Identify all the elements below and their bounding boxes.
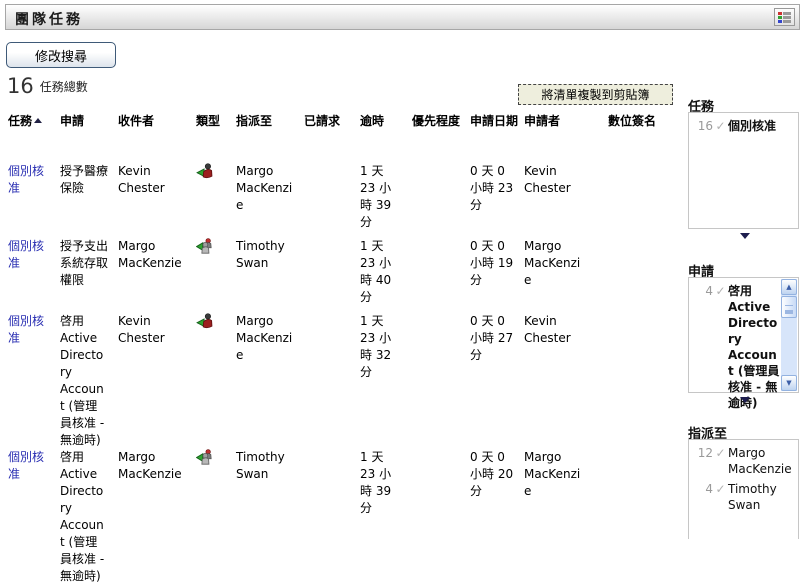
type-cell <box>196 238 236 255</box>
user-task-flag-icon <box>196 313 213 329</box>
request-cell: 授予支出系統存取權限 <box>60 239 109 287</box>
filter-count: 12 <box>697 446 713 460</box>
recipient-cell: Kevin Chester <box>118 314 165 345</box>
column-header-request-date[interactable]: 申請日期 <box>470 112 524 129</box>
user-task-flag-icon <box>196 163 213 179</box>
timeout-cell: 1 天 23 小時 39 分 <box>360 450 392 515</box>
assigned-to-cell: Timothy Swan <box>236 239 285 270</box>
group-task-flag-icon <box>196 238 212 254</box>
group-task-flag-icon <box>196 449 212 465</box>
filter-label: Margo MacKenzie <box>728 446 792 476</box>
column-header-request[interactable]: 申請 <box>60 112 118 129</box>
filter-box-tasks: 16 ✓ 個別核准 <box>688 112 799 229</box>
scroll-down-icon[interactable]: ▼ <box>781 375 797 391</box>
column-header-priority[interactable]: 優先程度 <box>412 112 470 129</box>
timeout-cell: 1 天 23 小時 32 分 <box>360 314 392 379</box>
table-row: 個別核准 啓用 Active Directory Account (管理員核准 … <box>8 449 668 585</box>
recipient-cell: Margo MacKenzie <box>118 450 182 481</box>
request-date-cell: 0 天 0 小時 19 分 <box>470 239 514 287</box>
column-header-requested[interactable]: 已請求 <box>304 112 360 129</box>
requester-cell: Margo MacKenzie <box>524 239 581 287</box>
table-row: 個別核准 啓用 Active Directory Account (管理員核准 … <box>8 313 668 449</box>
filter-count: 4 <box>705 284 713 298</box>
table-row: 個別核准 授予醫療保險 Kevin Chester Margo MacKenzi… <box>8 163 668 238</box>
check-icon: ✓ <box>715 446 726 460</box>
filter-item[interactable]: 4 ✓ 啓用 Active Directory Account (管理員核准 -… <box>693 283 795 411</box>
page-title: 團隊任務 <box>15 12 83 28</box>
scrollbar-grip <box>785 304 793 310</box>
task-count-label: 任務總數 <box>39 80 88 94</box>
scrollbar[interactable]: ▲ ▼ <box>781 279 797 391</box>
sort-ascending-icon <box>34 118 43 123</box>
modify-search-button[interactable]: 修改搜尋 <box>6 42 116 68</box>
column-header-assigned-to[interactable]: 指派至 <box>236 112 304 129</box>
requester-cell: Kevin Chester <box>524 314 571 345</box>
requester-cell: Margo MacKenzie <box>524 450 581 498</box>
request-cell: 啓用 Active Directory Account (管理員核准 - 無逾時… <box>60 450 105 583</box>
copy-list-to-clipboard-button[interactable]: 將清單複製到剪貼簿 <box>518 84 673 105</box>
display-options-button[interactable] <box>774 8 795 26</box>
column-header-type[interactable]: 類型 <box>196 112 236 129</box>
filter-count: 16 <box>697 119 713 133</box>
column-header-digital-signature[interactable]: 數位簽名 <box>608 112 658 129</box>
approve-task-link[interactable]: 個別核准 <box>8 450 44 481</box>
approve-task-link[interactable]: 個別核准 <box>8 239 44 270</box>
legend-grid-icon <box>778 11 791 23</box>
type-cell <box>196 449 236 466</box>
assigned-to-cell: Timothy Swan <box>236 450 285 481</box>
title-bar: 團隊任務 <box>5 4 800 30</box>
approve-task-link[interactable]: 個別核准 <box>8 314 44 345</box>
expand-tasks-filter-icon[interactable] <box>740 233 750 239</box>
request-cell: 啓用 Active Directory Account (管理員核准 - 無逾時… <box>60 314 105 447</box>
requester-cell: Kevin Chester <box>524 164 571 195</box>
filter-item[interactable]: 4 ✓ Timothy Swan <box>693 481 795 513</box>
check-icon: ✓ <box>715 284 726 298</box>
column-header-recipient[interactable]: 收件者 <box>118 112 196 129</box>
type-cell <box>196 163 236 180</box>
scroll-up-icon[interactable]: ▲ <box>781 279 797 295</box>
timeout-cell: 1 天 23 小時 39 分 <box>360 164 392 229</box>
check-icon: ✓ <box>715 119 726 133</box>
task-count: 16 <box>7 74 34 98</box>
table-header-row: 任務 申請 收件者 類型 指派至 已請求 逾時 優先程度 申請日期 申請者 數位… <box>8 112 668 129</box>
assigned-to-cell: Margo MacKenzie <box>236 164 293 212</box>
expand-requests-filter-icon[interactable] <box>740 397 750 403</box>
table-row: 個別核准 授予支出系統存取權限 Margo MacKenzie Timothy … <box>8 238 668 313</box>
column-header-task[interactable]: 任務 <box>8 112 60 129</box>
scrollbar-thumb[interactable] <box>781 296 797 318</box>
recipient-cell: Margo MacKenzie <box>118 239 182 270</box>
request-cell: 授予醫療保險 <box>60 164 109 195</box>
column-header-requester[interactable]: 申請者 <box>524 112 608 129</box>
task-table: 個別核准 授予醫療保險 Kevin Chester Margo MacKenzi… <box>8 163 668 585</box>
approve-task-link[interactable]: 個別核准 <box>8 164 44 195</box>
check-icon: ✓ <box>715 482 726 496</box>
task-count-summary: 16 任務總數 <box>7 74 88 98</box>
filter-label: Timothy Swan <box>728 482 777 512</box>
filter-count: 4 <box>705 482 713 496</box>
column-header-timeout[interactable]: 逾時 <box>360 112 412 129</box>
filter-item[interactable]: 12 ✓ Margo MacKenzie <box>693 445 795 477</box>
recipient-cell: Kevin Chester <box>118 164 165 195</box>
filter-label: 個別核准 <box>728 119 777 133</box>
assigned-to-cell: Margo MacKenzie <box>236 314 293 362</box>
filter-box-assigned: 12 ✓ Margo MacKenzie 4 ✓ Timothy Swan <box>688 439 799 539</box>
timeout-cell: 1 天 23 小時 40 分 <box>360 239 392 304</box>
request-date-cell: 0 天 0 小時 27 分 <box>470 314 514 362</box>
type-cell <box>196 313 236 330</box>
filter-box-requests: 4 ✓ 啓用 Active Directory Account (管理員核准 -… <box>688 277 799 410</box>
filter-item[interactable]: 16 ✓ 個別核准 <box>693 118 795 134</box>
request-date-cell: 0 天 0 小時 23 分 <box>470 164 514 212</box>
request-date-cell: 0 天 0 小時 20 分 <box>470 450 514 498</box>
